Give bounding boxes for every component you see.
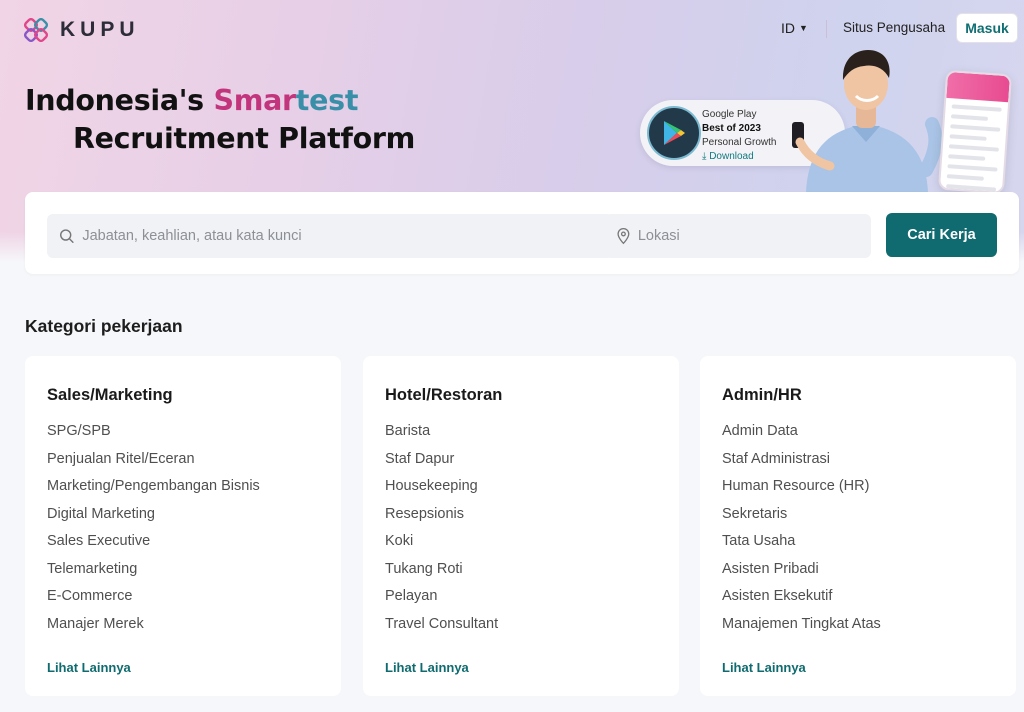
category-link[interactable]: Pelayan — [385, 587, 657, 615]
download-icon: ⤓ — [702, 151, 707, 162]
badge-download-label: Download — [709, 151, 754, 162]
caret-down-icon: ▼ — [799, 23, 808, 33]
category-card-hotel-restaurant: Hotel/Restoran Barista Staf Dapur Housek… — [363, 356, 679, 696]
badge-text: Google Play Best of 2023 Personal Growth… — [702, 108, 776, 164]
headline-line-2: Recruitment Platform — [73, 122, 416, 155]
see-more-link[interactable]: Lihat Lainnya — [47, 660, 131, 675]
category-link[interactable]: Tukang Roti — [385, 560, 657, 588]
search-jobs-button[interactable]: Cari Kerja — [886, 213, 997, 257]
employer-site-link[interactable]: Situs Pengusaha — [843, 20, 945, 35]
language-label: ID — [781, 20, 795, 36]
nav-divider — [826, 20, 827, 38]
category-link[interactable]: Asisten Eksekutif — [722, 587, 994, 615]
see-more-link[interactable]: Lihat Lainnya — [385, 660, 469, 675]
category-link[interactable]: Penjualan Ritel/Eceran — [47, 450, 319, 478]
category-link[interactable]: SPG/SPB — [47, 422, 319, 450]
category-heading: Hotel/Restoran — [385, 386, 503, 404]
headline-prefix: Indonesia's — [25, 84, 214, 117]
category-link[interactable]: Housekeeping — [385, 477, 657, 505]
category-list: Barista Staf Dapur Housekeeping Resepsio… — [385, 422, 657, 642]
category-link[interactable]: Admin Data — [722, 422, 994, 450]
headline-highlight-b: test — [295, 84, 359, 117]
job-search-bar: Cari Kerja — [25, 192, 1019, 274]
keyword-search-input[interactable] — [82, 228, 613, 244]
categories-title: Kategori pekerjaan — [25, 316, 183, 336]
headline-highlight-a: Smar — [213, 84, 296, 117]
location-pin-icon — [617, 228, 630, 245]
brand-name: KUPU — [60, 18, 140, 41]
hero-headline: Indonesia's Smartest Recruitment Platfor… — [25, 82, 415, 158]
badge-line-2: Best of 2023 — [702, 123, 761, 134]
category-link[interactable]: Manajer Merek — [47, 615, 319, 643]
category-link[interactable]: Marketing/Pengembangan Bisnis — [47, 477, 319, 505]
language-selector[interactable]: ID ▼ — [781, 20, 808, 36]
category-link[interactable]: Sekretaris — [722, 505, 994, 533]
keyword-search-field[interactable] — [47, 214, 613, 258]
category-list: Admin Data Staf Administrasi Human Resou… — [722, 422, 994, 642]
category-link[interactable]: Telemarketing — [47, 560, 319, 588]
badge-download-link[interactable]: ⤓ Download — [702, 150, 776, 164]
category-link[interactable]: Resepsionis — [385, 505, 657, 533]
kupu-logo-icon — [24, 18, 49, 42]
see-more-link[interactable]: Lihat Lainnya — [722, 660, 806, 675]
category-heading: Sales/Marketing — [47, 386, 173, 404]
location-search-field[interactable] — [605, 214, 871, 258]
login-button[interactable]: Masuk — [956, 13, 1018, 43]
category-link[interactable]: Barista — [385, 422, 657, 450]
category-link[interactable]: Human Resource (HR) — [722, 477, 994, 505]
category-list: SPG/SPB Penjualan Ritel/Eceran Marketing… — [47, 422, 319, 642]
search-icon — [60, 229, 74, 243]
category-link[interactable]: Staf Administrasi — [722, 450, 994, 478]
category-link[interactable]: Manajemen Tingkat Atas — [722, 615, 994, 643]
category-heading: Admin/HR — [722, 386, 802, 404]
location-search-input[interactable] — [637, 228, 871, 244]
google-play-icon — [647, 106, 701, 160]
badge-line-1: Google Play — [702, 109, 757, 120]
category-link[interactable]: Asisten Pribadi — [722, 560, 994, 588]
brand-logo[interactable]: KUPU — [24, 18, 140, 42]
phone-mockup — [937, 69, 1013, 195]
category-link[interactable]: Sales Executive — [47, 532, 319, 560]
hero-person-illustration — [792, 50, 943, 192]
category-link[interactable]: Staf Dapur — [385, 450, 657, 478]
category-link[interactable]: E-Commerce — [47, 587, 319, 615]
category-link[interactable]: Koki — [385, 532, 657, 560]
category-link[interactable]: Travel Consultant — [385, 615, 657, 643]
category-link[interactable]: Digital Marketing — [47, 505, 319, 533]
category-cards: Sales/Marketing SPG/SPB Penjualan Ritel/… — [25, 356, 1024, 696]
category-card-admin-hr: Admin/HR Admin Data Staf Administrasi Hu… — [700, 356, 1016, 696]
category-card-sales-marketing: Sales/Marketing SPG/SPB Penjualan Ritel/… — [25, 356, 341, 696]
badge-line-3: Personal Growth — [702, 137, 777, 148]
category-link[interactable]: Tata Usaha — [722, 532, 994, 560]
